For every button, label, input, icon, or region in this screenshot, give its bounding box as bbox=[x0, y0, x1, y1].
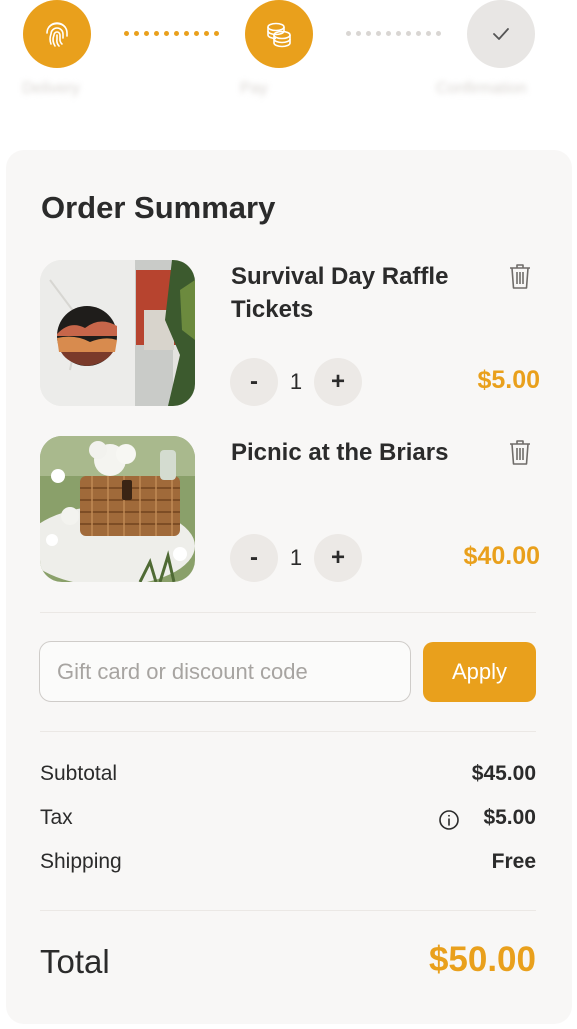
info-icon[interactable] bbox=[438, 809, 460, 831]
subtotal-row: Subtotal $45.00 bbox=[40, 762, 536, 792]
quantity-value: 1 bbox=[289, 545, 303, 570]
cart-item: Picnic at the Briars - 1 + $40.00 bbox=[40, 436, 540, 586]
step-label-delivery: Delivery bbox=[22, 80, 80, 97]
checkout-page: Delivery Pay Confirmation Order Summary bbox=[0, 0, 577, 1029]
coins-icon bbox=[267, 22, 291, 48]
item-price: $5.00 bbox=[477, 366, 540, 394]
step-connector-done bbox=[124, 28, 219, 38]
tax-label: Tax bbox=[40, 806, 73, 829]
step-confirmation[interactable] bbox=[467, 0, 535, 68]
step-label-pay: Pay bbox=[240, 80, 268, 97]
discount-code-input[interactable] bbox=[39, 641, 411, 702]
step-delivery[interactable] bbox=[23, 0, 91, 68]
fingerprint-icon bbox=[46, 22, 68, 47]
shipping-label: Shipping bbox=[40, 850, 122, 873]
item-name: Picnic at the Briars bbox=[231, 439, 449, 466]
picnic-image bbox=[40, 436, 195, 582]
cart-item: Survival Day Raffle Tickets - 1 + $5.00 bbox=[40, 260, 540, 410]
order-summary-title: Order Summary bbox=[41, 190, 276, 225]
total-value: $50.00 bbox=[428, 940, 536, 979]
order-summary-card: Order Summary Survival Day Raffle Ticket… bbox=[6, 150, 572, 1024]
divider bbox=[40, 910, 536, 911]
decrease-quantity-button[interactable]: - bbox=[230, 358, 278, 406]
subtotal-label: Subtotal bbox=[40, 762, 118, 785]
item-price: $40.00 bbox=[463, 542, 540, 570]
raffle-tickets-image bbox=[40, 260, 195, 406]
subtotal-value: $45.00 bbox=[471, 762, 536, 785]
trash-icon[interactable] bbox=[508, 262, 532, 290]
trash-icon[interactable] bbox=[508, 438, 532, 466]
divider bbox=[40, 612, 536, 613]
quantity-value: 1 bbox=[289, 369, 303, 394]
apply-button[interactable]: Apply bbox=[423, 642, 536, 702]
shipping-value: Free bbox=[491, 850, 536, 873]
step-label-confirmation: Confirmation bbox=[436, 80, 527, 97]
shipping-row: Shipping Free bbox=[40, 850, 536, 880]
check-icon bbox=[493, 28, 509, 40]
increase-quantity-button[interactable]: + bbox=[314, 534, 362, 582]
step-pay[interactable] bbox=[245, 0, 313, 68]
tax-row: Tax $5.00 bbox=[40, 806, 536, 836]
total-label: Total bbox=[40, 943, 110, 980]
tax-value: $5.00 bbox=[483, 806, 536, 829]
divider bbox=[40, 731, 536, 732]
decrease-quantity-button[interactable]: - bbox=[230, 534, 278, 582]
step-connector-pending bbox=[346, 28, 441, 38]
increase-quantity-button[interactable]: + bbox=[314, 358, 362, 406]
item-name: Survival Day Raffle Tickets bbox=[231, 263, 449, 323]
checkout-stepper: Delivery Pay Confirmation bbox=[0, 0, 577, 150]
